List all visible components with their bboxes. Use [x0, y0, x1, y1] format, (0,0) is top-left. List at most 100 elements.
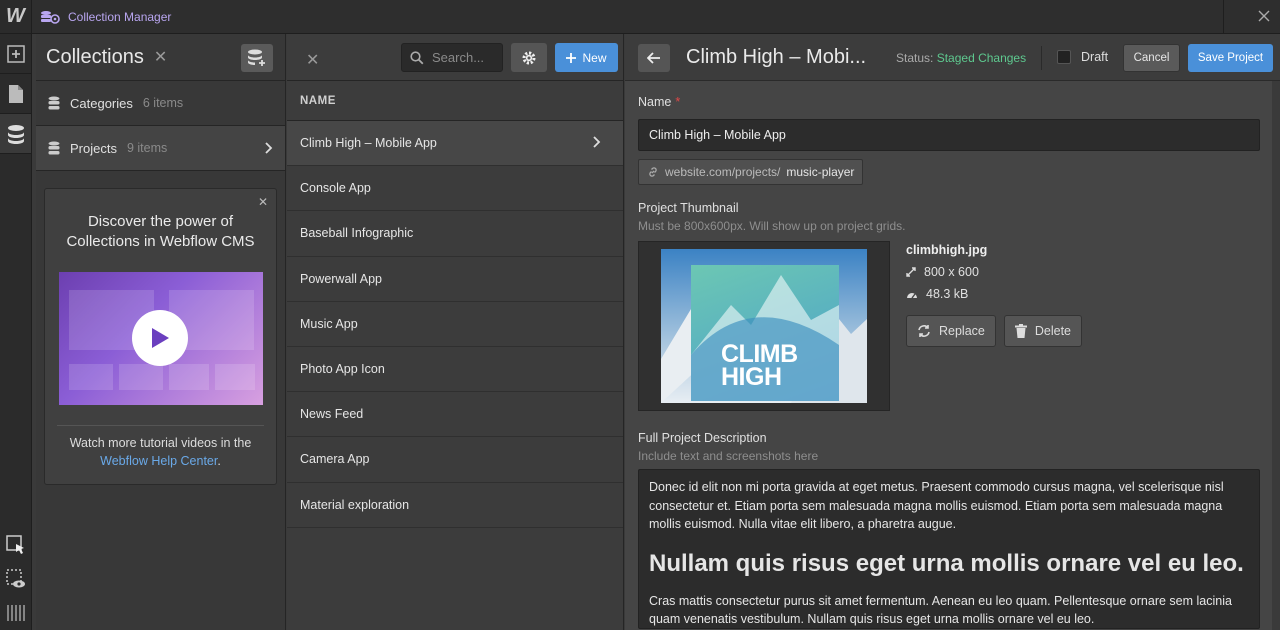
top-bar: Collection Manager: [32, 0, 1280, 34]
search-box[interactable]: [401, 43, 503, 72]
collection-item-categories[interactable]: Categories 6 items: [36, 81, 285, 126]
item-row[interactable]: Music App: [287, 302, 623, 347]
play-icon: [151, 328, 169, 348]
draft-checkbox[interactable]: [1057, 50, 1071, 64]
item-row[interactable]: Photo App Icon: [287, 347, 623, 393]
resize-icon: [906, 267, 916, 277]
editor-scrollbar[interactable]: [1272, 81, 1280, 630]
thumbnail-preview[interactable]: CLIMB HIGH: [638, 241, 890, 411]
refresh-icon: [918, 325, 930, 337]
file-dimensions: 800 x 600: [906, 265, 1082, 279]
close-items-button[interactable]: ✕: [306, 50, 319, 70]
database-icon: [48, 96, 60, 110]
promo-divider: [57, 425, 264, 426]
preview-eye-icon: [6, 569, 25, 588]
file-name: climbhigh.jpg: [906, 243, 988, 257]
item-name: Baseball Infographic: [300, 226, 414, 241]
item-editor-panel: Climb High – Mobi... Status: Staged Chan…: [625, 34, 1280, 630]
play-button[interactable]: [131, 310, 188, 366]
collection-manager-icon: [41, 10, 60, 24]
collection-item-projects[interactable]: Projects 9 items: [36, 126, 285, 171]
slug-field[interactable]: website.com/projects/music-player: [638, 159, 864, 185]
window-title-label: Collection Manager: [68, 9, 172, 24]
close-window-button[interactable]: [1258, 9, 1270, 27]
webflow-logo-icon[interactable]: W: [0, 0, 31, 34]
name-label-text: Name: [638, 95, 672, 109]
draft-toggle[interactable]: Draft: [1057, 50, 1108, 64]
slug-value: music-player: [786, 165, 855, 179]
editor-header: Climb High – Mobi... Status: Staged Chan…: [625, 34, 1280, 81]
status-indicator: Status: Staged Changes: [896, 51, 1026, 65]
tutorial-promo-card: ✕ Discover the power of Collections in W…: [44, 188, 277, 485]
name-input[interactable]: Climb High – Mobile App: [638, 119, 1260, 151]
thumbnail-image: CLIMB HIGH: [661, 249, 867, 403]
thumbnail-text-line: HIGH: [721, 363, 782, 391]
file-size-text: 48.3 kB: [926, 287, 969, 301]
cursor-select-icon: [6, 535, 24, 554]
item-row[interactable]: Console App: [287, 166, 623, 212]
help-center-link[interactable]: Webflow Help Center: [100, 454, 217, 468]
search-icon: [410, 50, 424, 64]
close-collections-button[interactable]: ✕: [154, 47, 167, 67]
chevron-right-icon: [265, 142, 273, 154]
item-name: Photo App Icon: [300, 362, 385, 377]
plus-icon: [566, 52, 577, 63]
name-column-header[interactable]: NAME: [287, 81, 623, 121]
file-dimensions-text: 800 x 600: [924, 265, 979, 279]
promo-footer: Watch more tutorial videos in the Webflo…: [45, 434, 276, 470]
new-item-button[interactable]: New: [555, 43, 618, 72]
add-panel-button[interactable]: [0, 34, 31, 74]
trash-icon: [1014, 324, 1027, 338]
preview-button[interactable]: [0, 562, 32, 596]
tutorial-video-thumbnail[interactable]: [58, 272, 263, 405]
database-icon: [7, 124, 24, 144]
item-row[interactable]: Camera App: [287, 437, 623, 483]
thumbnail-label: Project Thumbnail: [638, 201, 739, 215]
item-row[interactable]: Baseball Infographic: [287, 211, 623, 257]
thumbnail-actions: Replace Delete: [906, 315, 1083, 347]
thumbnail-text: CLIMB HIGH: [721, 342, 798, 391]
item-row[interactable]: Powerwall App: [287, 257, 623, 302]
thumbnail-meta: climbhigh.jpg 800 x 600 48.3 kB Replace: [906, 241, 1083, 411]
top-bar-separator: [1223, 0, 1224, 34]
add-database-icon: [248, 49, 265, 66]
back-button[interactable]: [638, 44, 670, 72]
grid-overlay-button[interactable]: [0, 596, 32, 630]
item-row[interactable]: Climb High – Mobile App: [287, 121, 623, 167]
editor-form: Name * Climb High – Mobile App website.co…: [638, 81, 1260, 629]
new-item-label: New: [582, 50, 607, 65]
video-preview-block: [68, 364, 113, 390]
cms-button[interactable]: [0, 114, 31, 154]
item-name: Music App: [300, 316, 358, 331]
video-preview-block: [168, 364, 209, 390]
arrow-left-icon: [647, 52, 660, 64]
search-input[interactable]: [432, 50, 492, 65]
thumbnail-section: CLIMB HIGH climbhigh.jpg 800 x 600 48.3 …: [638, 241, 1260, 411]
item-name: Climb High – Mobile App: [300, 136, 437, 151]
description-paragraph: Cras mattis consectetur purus sit amet f…: [649, 593, 1232, 627]
save-project-button[interactable]: Save Project: [1188, 44, 1273, 72]
item-row[interactable]: News Feed: [287, 392, 623, 438]
pages-button[interactable]: [0, 74, 31, 114]
cancel-button[interactable]: Cancel: [1123, 44, 1180, 72]
items-panel: ✕ New NAME Climb High – Mobile App Conso…: [287, 34, 624, 630]
description-paragraph: Donec id elit non mi porta gravida at eg…: [649, 480, 1224, 531]
collection-settings-button[interactable]: [511, 43, 547, 72]
description-label: Full Project Description: [638, 431, 767, 445]
item-row[interactable]: Material exploration: [287, 483, 623, 528]
item-name: Console App: [300, 181, 371, 196]
add-collection-button[interactable]: [241, 44, 273, 72]
collection-count: 6 items: [142, 96, 184, 110]
promo-footer-text: Watch more tutorial videos in the: [69, 436, 252, 450]
description-editor[interactable]: Donec id elit non mi porta gravida at eg…: [638, 469, 1260, 629]
delete-button[interactable]: Delete: [1003, 315, 1083, 347]
close-promo-button[interactable]: ✕: [258, 195, 268, 209]
collections-header: Collections ✕: [36, 34, 285, 81]
status-value: Staged Changes: [936, 51, 1027, 65]
replace-button[interactable]: Replace: [906, 315, 996, 347]
collections-title: Collections: [46, 45, 144, 68]
collection-count: 9 items: [126, 141, 168, 155]
replace-label: Replace: [939, 324, 985, 338]
description-heading: Nullam quis risus eget urna mollis ornar…: [649, 549, 1244, 577]
select-element-button[interactable]: [0, 528, 32, 562]
